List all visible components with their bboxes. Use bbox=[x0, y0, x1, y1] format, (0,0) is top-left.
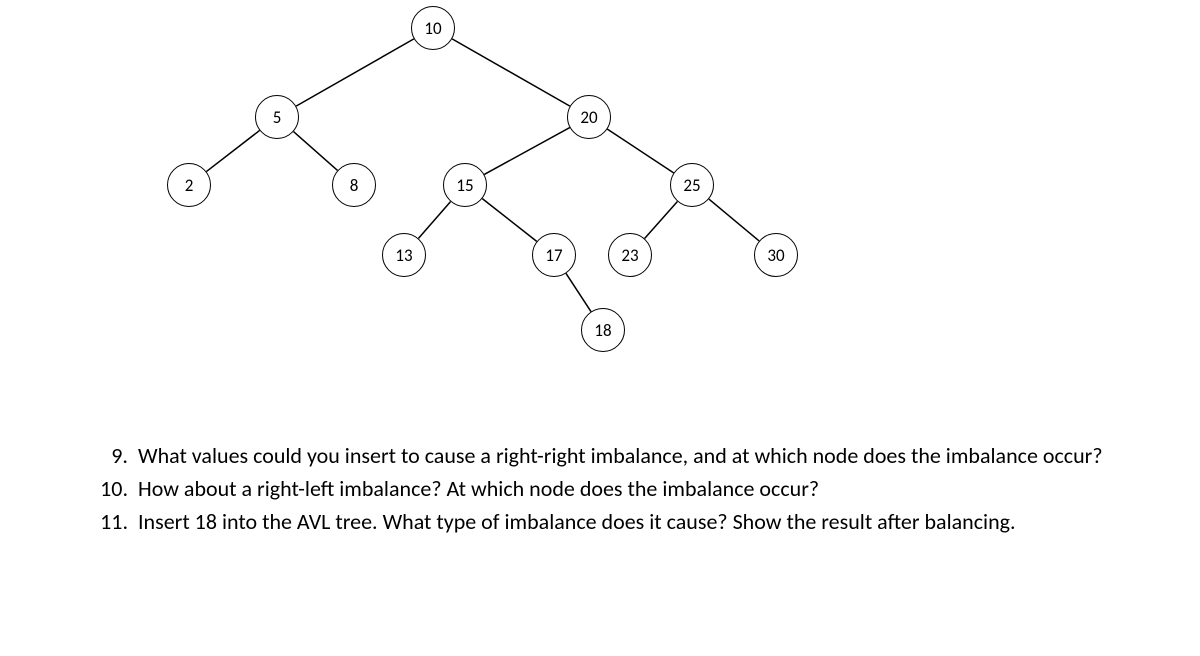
question-list: 9. What values could you insert to cause… bbox=[90, 440, 1170, 539]
tree-node: 23 bbox=[608, 233, 652, 277]
question-number: 10. bbox=[90, 473, 138, 505]
question-text: How about a right-left imbalance? At whi… bbox=[138, 473, 1170, 505]
tree-edge bbox=[484, 128, 569, 175]
tree-edge bbox=[293, 132, 337, 171]
tree-node: 8 bbox=[332, 163, 376, 207]
tree-edge bbox=[566, 273, 591, 311]
tree-edge bbox=[418, 202, 450, 239]
question-text: Insert 18 into the AVL tree. What type o… bbox=[138, 506, 1170, 538]
question-text: What values could you insert to cause a … bbox=[138, 440, 1170, 472]
tree-edge bbox=[607, 129, 673, 173]
question-number: 9. bbox=[90, 440, 138, 472]
tree-edge bbox=[296, 39, 414, 106]
question-9: 9. What values could you insert to cause… bbox=[90, 440, 1170, 472]
tree-edge bbox=[206, 130, 259, 171]
tree-node: 30 bbox=[754, 233, 798, 277]
tree-node: 15 bbox=[443, 163, 487, 207]
question-11: 11. Insert 18 into the AVL tree. What ty… bbox=[90, 506, 1170, 538]
question-10: 10. How about a right-left imbalance? At… bbox=[90, 473, 1170, 505]
tree-edge bbox=[645, 201, 678, 238]
tree-edge bbox=[452, 39, 570, 106]
tree-node: 2 bbox=[167, 163, 211, 207]
tree-edge bbox=[482, 199, 536, 242]
page: 10 5 20 2 8 15 25 13 17 23 30 18 9. What values cou… bbox=[0, 0, 1200, 656]
tree-node: 5 bbox=[255, 95, 299, 139]
tree-node: 17 bbox=[532, 233, 576, 277]
tree-node: 25 bbox=[670, 163, 714, 207]
tree-node: 20 bbox=[567, 95, 611, 139]
question-number: 11. bbox=[90, 506, 138, 538]
tree-edge bbox=[709, 199, 759, 241]
tree-node: 13 bbox=[382, 233, 426, 277]
tree-node: 10 bbox=[411, 6, 455, 50]
tree-node: 18 bbox=[581, 308, 625, 352]
